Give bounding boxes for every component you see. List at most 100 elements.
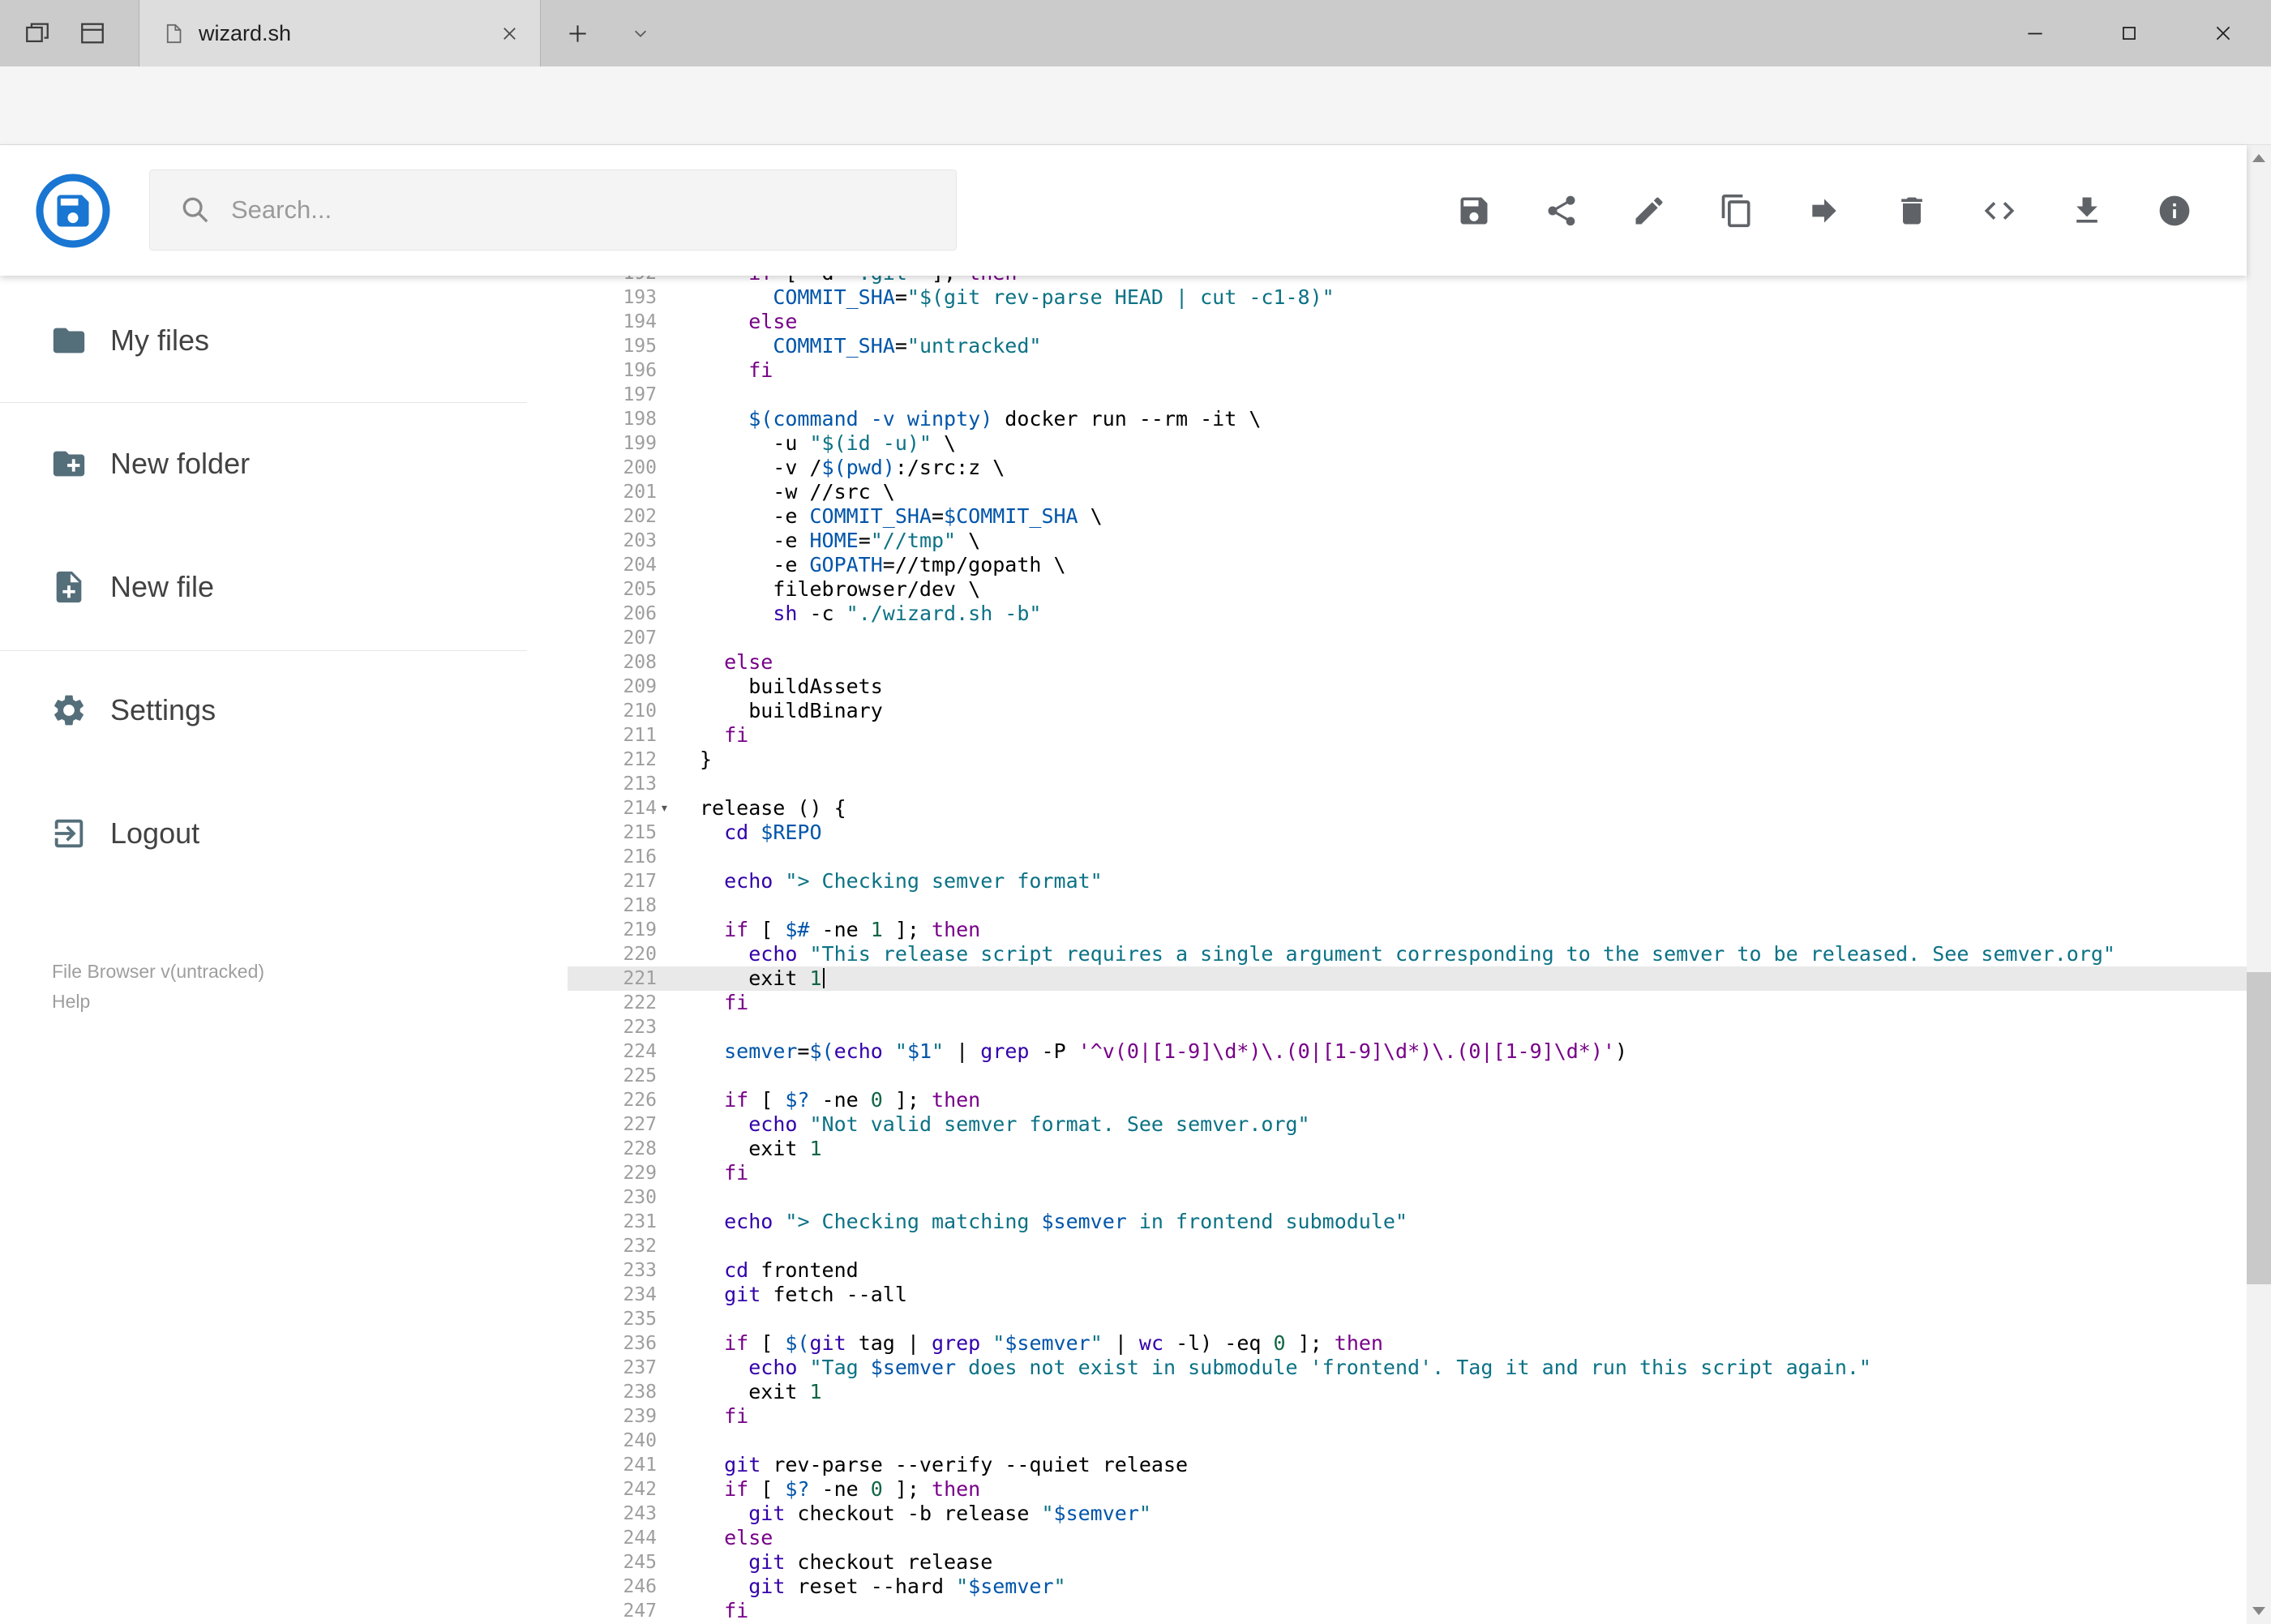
code-line[interactable]: 232 — [568, 1234, 2247, 1258]
move-button[interactable] — [1802, 189, 1846, 233]
code-line[interactable]: 208 else — [568, 650, 2247, 675]
code-line[interactable]: 246 git reset --hard "$semver" — [568, 1575, 2247, 1599]
code-editor[interactable]: 192 if [ -d ".git" ]; then193 COMMIT_SHA… — [568, 276, 2247, 1624]
tab-list-dropdown-button[interactable] — [615, 0, 666, 66]
info-button[interactable] — [2153, 189, 2196, 233]
share-button[interactable] — [1540, 189, 1583, 233]
code-line[interactable]: 201 -w //src \ — [568, 480, 2247, 504]
window-minimize-button[interactable] — [2003, 0, 2067, 66]
code-text: -e COMMIT_SHA=$COMMIT_SHA \ — [700, 504, 1103, 528]
new-file-icon — [56, 571, 82, 603]
line-number: 241 — [623, 1455, 657, 1476]
line-number: 240 — [623, 1430, 657, 1451]
code-line[interactable]: 213 — [568, 772, 2247, 796]
code-line[interactable]: 209 buildAssets — [568, 675, 2247, 699]
new-tab-button[interactable] — [551, 0, 603, 66]
code-line[interactable]: 215 cd $REPO — [568, 821, 2247, 845]
code-line[interactable]: 218 — [568, 893, 2247, 918]
code-line[interactable]: 194 else — [568, 310, 2247, 334]
line-number: 195 — [623, 336, 657, 357]
tab-wizard-sh[interactable]: wizard.sh — [139, 0, 541, 66]
set-aside-tabs-button[interactable] — [11, 0, 63, 66]
code-line[interactable]: 247 fi — [568, 1599, 2247, 1623]
code-line[interactable]: 196 fi — [568, 358, 2247, 383]
code-line[interactable]: 202 -e COMMIT_SHA=$COMMIT_SHA \ — [568, 504, 2247, 529]
code-line[interactable]: 195 COMMIT_SHA="untracked" — [568, 334, 2247, 358]
code-line[interactable]: 233 cd frontend — [568, 1258, 2247, 1283]
edit-button[interactable] — [1627, 189, 1671, 233]
code-line[interactable]: 225 — [568, 1064, 2247, 1088]
code-line[interactable]: 221 exit 1 — [568, 966, 2247, 991]
scrollbar-thumb[interactable] — [2247, 972, 2271, 1284]
help-link[interactable]: Help — [52, 987, 264, 1017]
code-line[interactable]: 207 — [568, 626, 2247, 650]
code-line[interactable]: 227 echo "Not valid semver format. See s… — [568, 1112, 2247, 1137]
code-line[interactable]: 242 if [ $? -ne 0 ]; then — [568, 1477, 2247, 1502]
code-line[interactable]: 231 echo "> Checking matching $semver in… — [568, 1210, 2247, 1234]
sidebar-item-new-file[interactable]: New file — [0, 525, 568, 649]
tab-preview-button[interactable] — [66, 0, 118, 66]
code-line[interactable]: 210 buildBinary — [568, 699, 2247, 723]
code-text: -w //src \ — [700, 480, 895, 503]
sidebar-item-my-files[interactable]: My files — [0, 279, 568, 402]
code-line[interactable]: 229 fi — [568, 1161, 2247, 1185]
window-maximize-button[interactable] — [2097, 0, 2162, 66]
window-close-button[interactable] — [2191, 0, 2256, 66]
code-line[interactable]: 220 echo "This release script requires a… — [568, 942, 2247, 966]
code-line[interactable]: 243 git checkout -b release "$semver" — [568, 1502, 2247, 1526]
code-line[interactable]: 198 $(command -v winpty) docker run --rm… — [568, 407, 2247, 431]
code-line[interactable]: 204 -e GOPATH=//tmp/gopath \ — [568, 553, 2247, 577]
code-line[interactable]: 234 git fetch --all — [568, 1283, 2247, 1307]
code-line[interactable]: 214 ▾ release () { — [568, 796, 2247, 821]
code-line[interactable]: 223 — [568, 1015, 2247, 1039]
line-number: 238 — [623, 1382, 657, 1403]
sidebar-item-logout[interactable]: Logout — [0, 772, 568, 895]
code-line[interactable]: 228 exit 1 — [568, 1137, 2247, 1161]
search-input[interactable] — [229, 195, 956, 225]
code-line[interactable]: 217 echo "> Checking semver format" — [568, 869, 2247, 893]
code-line[interactable]: 244 else — [568, 1526, 2247, 1550]
code-button[interactable] — [1977, 189, 2021, 233]
search-box[interactable] — [149, 169, 957, 251]
code-line[interactable]: 199 -u "$(id -u)" \ — [568, 431, 2247, 456]
code-line[interactable]: 219 if [ $# -ne 1 ]; then — [568, 918, 2247, 942]
code-line[interactable]: 192 if [ -d ".git" ]; then — [568, 276, 2247, 285]
code-line[interactable]: 211 fi — [568, 723, 2247, 748]
line-number: 229 — [623, 1163, 657, 1184]
code-line[interactable]: 205 filebrowser/dev \ — [568, 577, 2247, 602]
scroll-up-button[interactable] — [2247, 145, 2271, 171]
code-line[interactable]: 240 — [568, 1429, 2247, 1453]
sidebar-item-settings[interactable]: Settings — [0, 649, 568, 772]
code-line[interactable]: 235 — [568, 1307, 2247, 1331]
line-number: 245 — [623, 1552, 657, 1573]
filebrowser-logo[interactable] — [34, 172, 112, 250]
scroll-down-button[interactable] — [2247, 1598, 2271, 1624]
copy-button[interactable] — [1715, 189, 1759, 233]
plus-icon — [567, 23, 589, 45]
code-line[interactable]: 200 -v /$(pwd):/src:z \ — [568, 456, 2247, 480]
code-line[interactable]: 236 if [ $(git tag | grep "$semver" | wc… — [568, 1331, 2247, 1356]
code-line[interactable]: 241 git rev-parse --verify --quiet relea… — [568, 1453, 2247, 1477]
code-line[interactable]: 206 sh -c "./wizard.sh -b" — [568, 602, 2247, 626]
code-line[interactable]: 212} — [568, 748, 2247, 772]
code-line[interactable]: 193 COMMIT_SHA="$(git rev-parse HEAD | c… — [568, 285, 2247, 310]
sidebar-item-new-folder[interactable]: New folder — [0, 402, 568, 525]
vertical-scrollbar[interactable] — [2247, 145, 2271, 1624]
save-button[interactable] — [1452, 189, 1496, 233]
code-line[interactable]: 216 — [568, 845, 2247, 869]
fold-marker-icon[interactable]: ▾ — [660, 796, 669, 821]
download-button[interactable] — [2065, 189, 2109, 233]
delete-button[interactable] — [1890, 189, 1934, 233]
code-line[interactable]: 226 if [ $? -ne 0 ]; then — [568, 1088, 2247, 1112]
code-line[interactable]: 197 — [568, 383, 2247, 407]
code-line[interactable]: 230 — [568, 1185, 2247, 1210]
code-text: else — [724, 650, 773, 674]
code-line[interactable]: 245 git checkout release — [568, 1550, 2247, 1575]
code-line[interactable]: 222 fi — [568, 991, 2247, 1015]
code-line[interactable]: 203 -e HOME="//tmp" \ — [568, 529, 2247, 553]
code-line[interactable]: 238 exit 1 — [568, 1380, 2247, 1404]
code-line[interactable]: 224 semver=$(echo "$1" | grep -P '^v(0|[… — [568, 1039, 2247, 1064]
tab-close-icon[interactable] — [500, 24, 519, 43]
code-line[interactable]: 239 fi — [568, 1404, 2247, 1429]
code-line[interactable]: 237 echo "Tag $semver does not exist in … — [568, 1356, 2247, 1380]
